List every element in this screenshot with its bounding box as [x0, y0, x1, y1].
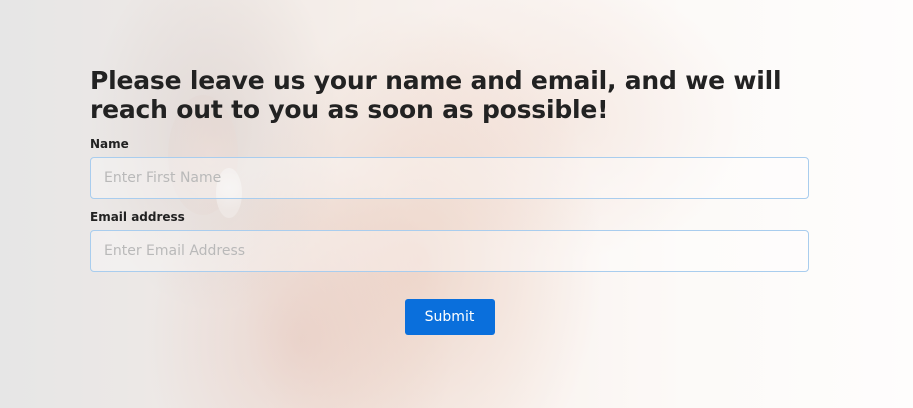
name-input[interactable] — [90, 157, 809, 199]
form-headline: Please leave us your name and email, and… — [90, 66, 782, 124]
name-label: Name — [90, 137, 129, 151]
page: Please leave us your name and email, and… — [0, 0, 913, 408]
submit-container: Submit — [90, 299, 809, 335]
email-input[interactable] — [90, 230, 809, 272]
email-label: Email address — [90, 210, 185, 224]
contact-form: Please leave us your name and email, and… — [90, 66, 809, 335]
submit-button[interactable]: Submit — [404, 299, 495, 335]
